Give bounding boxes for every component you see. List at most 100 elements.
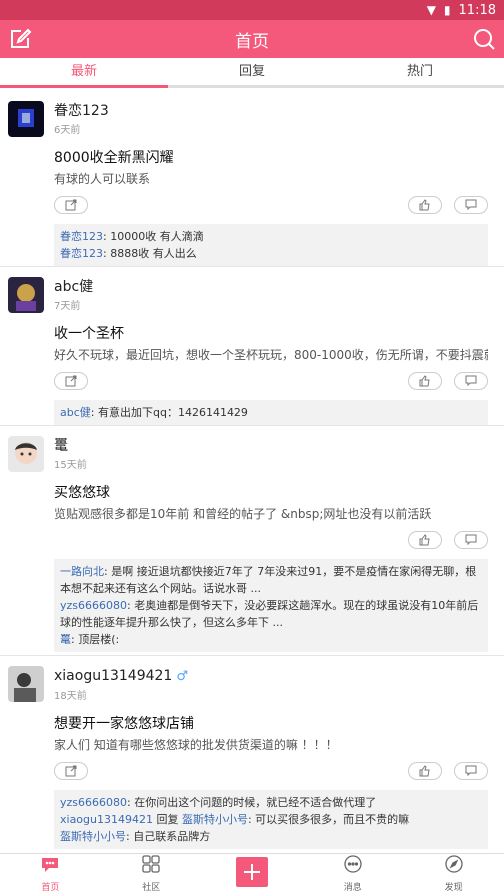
reply-target[interactable]: 盔斯特小小号 xyxy=(182,813,248,826)
comment-author[interactable]: abc健 xyxy=(60,406,91,419)
comment-button[interactable] xyxy=(454,531,488,549)
tab-discover[interactable]: 发现 xyxy=(403,854,504,896)
comment-text: : 有意出加下qq：1426141429 xyxy=(90,406,248,419)
comment-button[interactable] xyxy=(454,372,488,390)
avatar[interactable] xyxy=(8,666,44,702)
edit-icon[interactable] xyxy=(8,27,32,51)
share-icon xyxy=(65,196,77,215)
like-button[interactable] xyxy=(408,372,442,390)
thumbs-up-icon xyxy=(419,762,431,781)
comment-item[interactable]: yzs6666080: 老奥迪都是倒爷天下，没必要踩这趟浑水。现在的球虽说没有1… xyxy=(60,597,482,631)
comment-item[interactable]: abc健: 有意出加下qq：1426141429 xyxy=(60,404,482,421)
post-title: 收一个圣杯 xyxy=(54,326,124,342)
tab-latest[interactable]: 最新 xyxy=(0,58,168,88)
avatar[interactable] xyxy=(8,277,44,313)
comment-author[interactable]: 眷恋123 xyxy=(60,230,103,243)
like-button[interactable] xyxy=(408,762,442,780)
comment-author[interactable]: 眷恋123 xyxy=(60,247,103,260)
comment-text: : 8888收 有人出么 xyxy=(103,247,197,260)
home-chat-icon xyxy=(40,856,60,878)
comment-text: : 自己联系品牌方 xyxy=(126,830,211,843)
post-item[interactable]: abc健 7天前 收一个圣杯 好久不玩球，最近回坑，想收一个圣杯玩玩，800-1… xyxy=(0,267,504,426)
share-button[interactable] xyxy=(54,196,88,214)
username[interactable]: 鼍 xyxy=(54,436,488,456)
tab-label: 社区 xyxy=(142,883,161,893)
tab-community[interactable]: 社区 xyxy=(101,854,202,896)
post-feed: 眷恋123 6天前 8000收全新黑闪耀 有球的人可以联系 眷恋123: 100… xyxy=(0,91,504,853)
search-icon[interactable] xyxy=(472,27,496,51)
thumbs-up-icon xyxy=(419,531,431,550)
post-body: 好久不玩球，最近回坑，想收一个圣杯玩玩，800-1000收，伤无所谓，不要抖震就 xyxy=(54,348,488,362)
comment-author[interactable]: 一路向北 xyxy=(60,565,104,578)
post-time: 18天前 xyxy=(54,691,87,702)
post-title: 买悠悠球 xyxy=(54,485,110,501)
username[interactable]: xiaogu13149421 ♂ xyxy=(54,666,488,687)
plus-icon[interactable] xyxy=(235,857,268,887)
avatar[interactable] xyxy=(8,436,44,472)
app-bar: 首页 xyxy=(0,20,504,58)
thumbs-up-icon xyxy=(419,196,431,215)
username-text: xiaogu13149421 xyxy=(54,668,173,684)
comment-icon xyxy=(465,196,477,215)
comment-text: : 10000收 有人滴滴 xyxy=(103,230,204,243)
tab-replies[interactable]: 回复 xyxy=(168,58,336,85)
bottom-tab-bar: 首页 社区 消息 发现 xyxy=(0,853,504,896)
male-icon: ♂ xyxy=(176,669,188,684)
comment-item[interactable]: yzs6666080: 在你问出这个问题的时候，就已经不适合做代理了 xyxy=(60,794,482,811)
status-time: 11:18 xyxy=(458,2,496,18)
like-button[interactable] xyxy=(408,196,442,214)
share-button[interactable] xyxy=(54,372,88,390)
post-item[interactable]: 眷恋123 6天前 8000收全新黑闪耀 有球的人可以联系 眷恋123: 100… xyxy=(0,91,504,267)
like-button[interactable] xyxy=(408,531,442,549)
tab-label: 发现 xyxy=(444,883,463,893)
comment-icon xyxy=(465,762,477,781)
comment-author[interactable]: yzs6666080 xyxy=(60,599,127,612)
comment-text: : 顶层楼(: xyxy=(71,633,120,646)
comment-item[interactable]: 鼍: 顶层楼(: xyxy=(60,631,482,648)
grid-icon xyxy=(141,854,161,878)
comment-button[interactable] xyxy=(454,762,488,780)
comment-item[interactable]: 眷恋123: 8888收 有人出么 xyxy=(60,245,482,262)
comment-text: : 是啊 接近退坑都快接近7年了 7年没来过91，要不是疫情在家闲得无聊，根本想… xyxy=(60,565,477,595)
comment-author[interactable]: 盔斯特小小号 xyxy=(60,830,126,843)
comment-icon xyxy=(465,372,477,391)
tab-home[interactable]: 首页 xyxy=(0,854,101,896)
comment-list: 一路向北: 是啊 接近退坑都快接近7年了 7年没来过91，要不是疫情在家闲得无聊… xyxy=(54,559,488,652)
comment-list: 眷恋123: 10000收 有人滴滴 眷恋123: 8888收 有人出么 xyxy=(54,224,488,266)
comment-item[interactable]: 眷恋123: 10000收 有人滴滴 xyxy=(60,228,482,245)
share-icon xyxy=(65,372,77,391)
message-icon xyxy=(343,854,363,878)
comment-author[interactable]: xiaogu13149421 xyxy=(60,813,153,826)
reply-label: 回复 xyxy=(152,813,182,826)
post-item[interactable]: xiaogu13149421 ♂ 18天前 想要开一家悠悠球店铺 家人们 知道有哪… xyxy=(0,656,504,853)
comment-author[interactable]: 鼍 xyxy=(60,633,71,646)
thumbs-up-icon xyxy=(419,372,431,391)
status-bar: ▼ ▮ 11:18 xyxy=(0,0,504,20)
avatar[interactable] xyxy=(8,101,44,137)
post-time: 15天前 xyxy=(54,460,87,471)
tab-messages[interactable]: 消息 xyxy=(302,854,403,896)
share-button[interactable] xyxy=(54,762,88,780)
comment-text: : 可以买很多很多，而且不贵的嘛 xyxy=(247,813,410,826)
page-title: 首页 xyxy=(235,31,269,52)
share-icon xyxy=(65,762,77,781)
compass-icon xyxy=(444,854,464,878)
feed-tabs: 最新 回复 热门 xyxy=(0,58,504,88)
comment-item[interactable]: 一路向北: 是啊 接近退坑都快接近7年了 7年没来过91，要不是疫情在家闲得无聊… xyxy=(60,563,482,597)
comment-item[interactable]: xiaogu13149421 回复 盔斯特小小号: 可以买很多很多，而且不贵的嘛 xyxy=(60,811,482,828)
username[interactable]: abc健 xyxy=(54,277,488,297)
post-time: 6天前 xyxy=(54,125,81,136)
post-title: 8000收全新黑闪耀 xyxy=(54,150,174,166)
tab-post[interactable] xyxy=(202,854,303,896)
tab-label: 消息 xyxy=(343,883,362,893)
tab-hot[interactable]: 热门 xyxy=(336,58,504,85)
post-item[interactable]: 鼍 15天前 买悠悠球 览贴观感很多都是10年前 和曾经的帖子了 &nbsp;网… xyxy=(0,426,504,656)
comment-list: abc健: 有意出加下qq：1426141429 xyxy=(54,400,488,425)
comment-button[interactable] xyxy=(454,196,488,214)
comment-author[interactable]: yzs6666080 xyxy=(60,796,127,809)
comment-item[interactable]: 盔斯特小小号: 自己联系品牌方 xyxy=(60,828,482,845)
post-body: 有球的人可以联系 xyxy=(54,172,151,186)
username[interactable]: 眷恋123 xyxy=(54,101,488,121)
tab-label: 首页 xyxy=(41,883,60,893)
post-body: 览贴观感很多都是10年前 和曾经的帖子了 &nbsp;网址也没有以前活跃 xyxy=(54,507,432,521)
